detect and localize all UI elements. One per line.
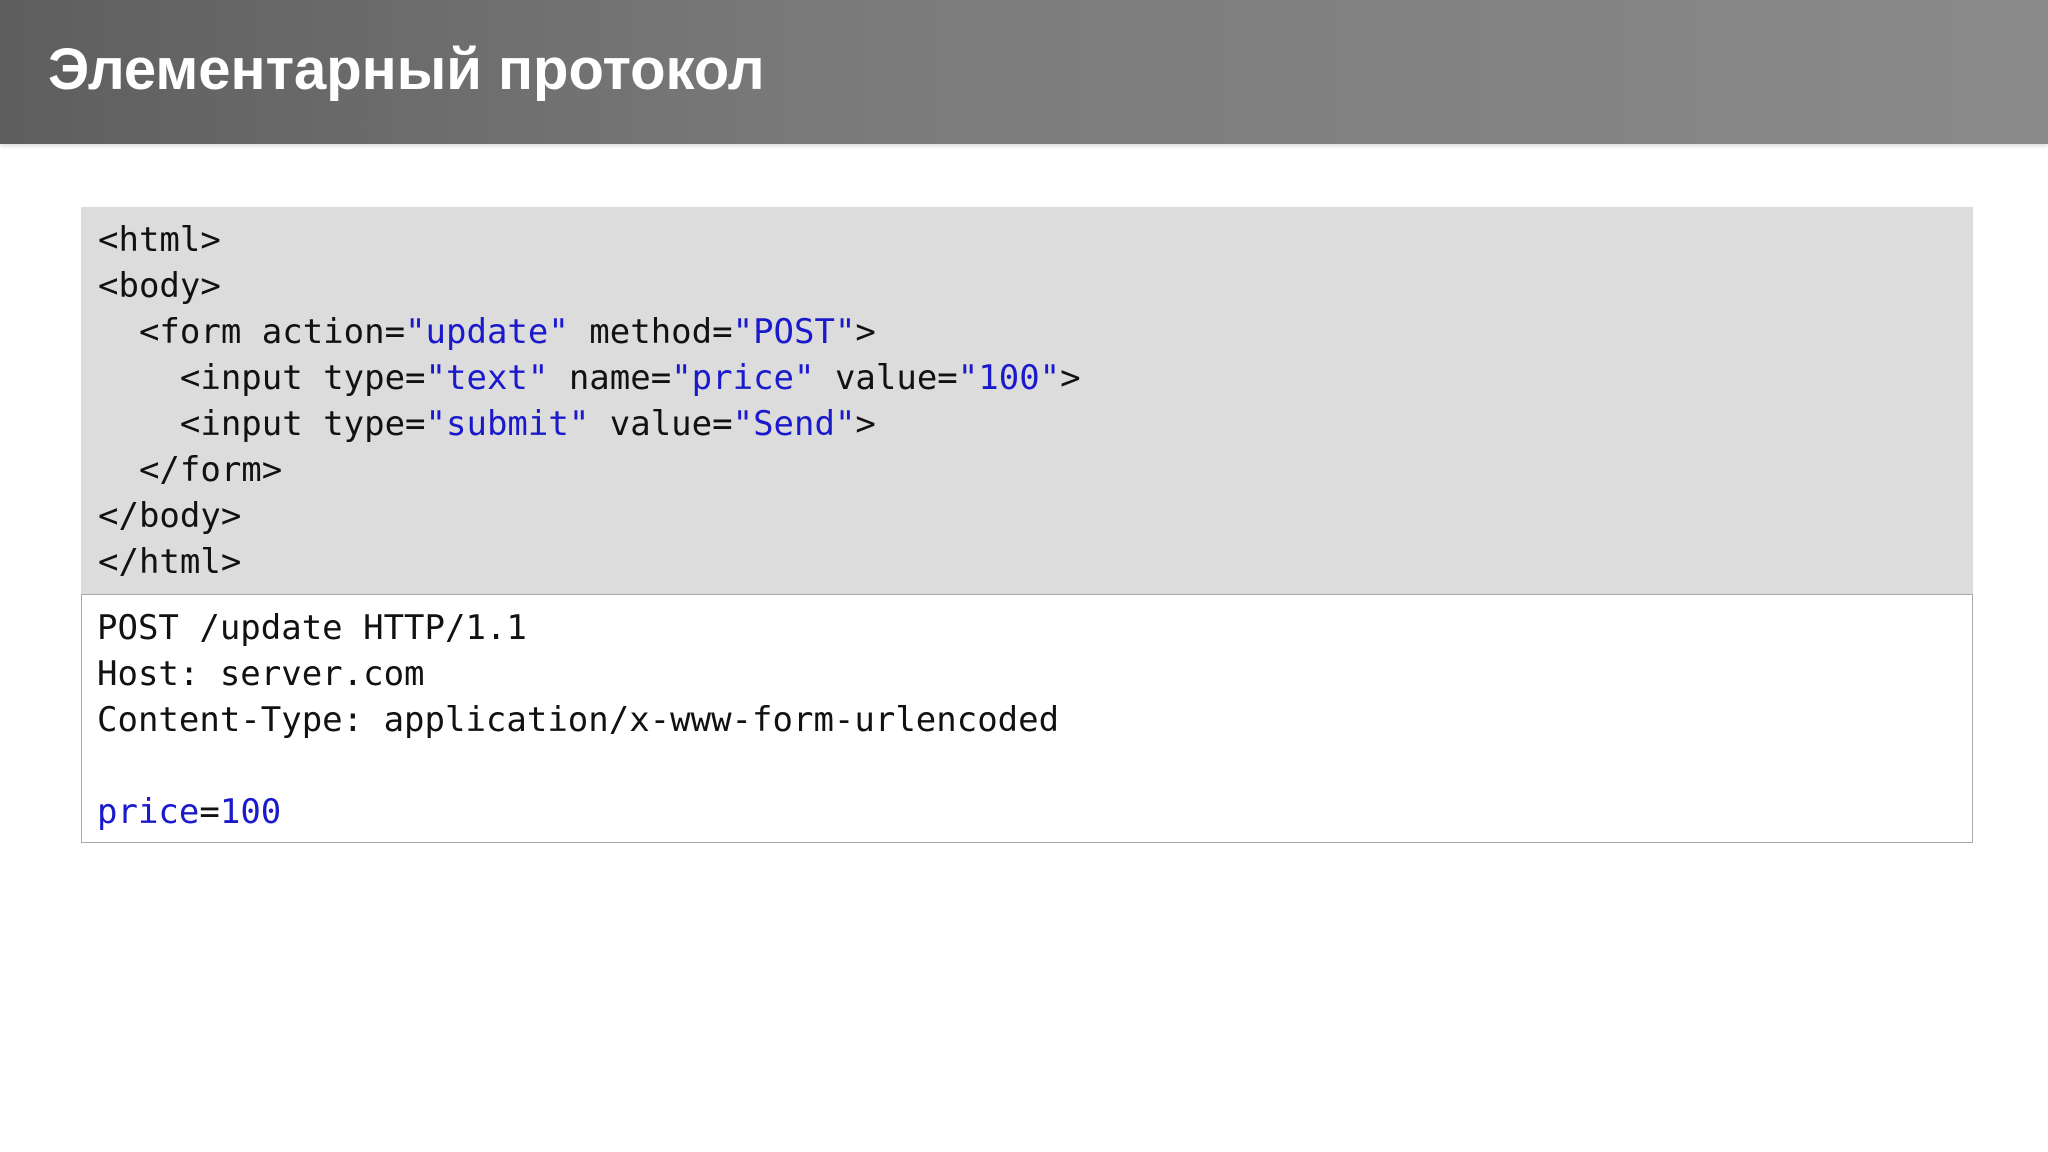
code-token: =	[199, 792, 220, 832]
code-line: <input type="submit" value="Send">	[98, 401, 1956, 447]
code-line: <body>	[98, 263, 1956, 309]
code-line: POST /update HTTP/1.1	[97, 605, 1957, 651]
code-token: </form>	[138, 450, 283, 490]
code-string: "POST"	[732, 312, 856, 352]
code-string: "text"	[425, 358, 549, 398]
slide-title: Элементарный протокол	[48, 37, 765, 102]
code-token: >	[855, 312, 876, 352]
code-string: "100"	[957, 358, 1061, 398]
html-code-block: <html> <body> <form action="update" metho…	[81, 207, 1973, 594]
code-string: "Send"	[732, 404, 856, 444]
code-token: method=	[568, 312, 733, 352]
code-line: <html>	[98, 217, 1956, 263]
code-token: Host: server.com	[97, 654, 425, 694]
code-line: <input type="text" name="price" value="1…	[98, 355, 1956, 401]
code-line: </html>	[98, 539, 1956, 585]
code-string: 100	[219, 792, 282, 832]
code-token: value=	[589, 404, 733, 444]
code-token: <input type=	[179, 404, 426, 444]
code-string: price	[97, 792, 200, 832]
code-token: </body>	[98, 496, 242, 536]
code-token: <form action=	[138, 312, 406, 352]
code-line: <form action="update" method="POST">	[98, 309, 1956, 355]
code-token: name=	[548, 358, 672, 398]
code-line: price=100	[97, 789, 1957, 835]
code-token: Content-Type: application/x-www-form-url…	[97, 700, 1060, 740]
code-line: Content-Type: application/x-www-form-url…	[97, 697, 1957, 743]
code-token: value=	[814, 358, 958, 398]
code-token: POST /update HTTP/1.1	[97, 608, 527, 648]
code-token: >	[1060, 358, 1081, 398]
code-token: >	[855, 404, 876, 444]
slide: Элементарный протокол <html> <body> <form…	[0, 0, 2048, 1152]
code-line: </body>	[98, 493, 1956, 539]
code-line: Host: server.com	[97, 651, 1957, 697]
title-bar: Элементарный протокол	[0, 0, 2048, 144]
code-token: <body>	[98, 266, 221, 306]
code-string: "submit"	[425, 404, 590, 444]
code-token: <html>	[98, 220, 221, 260]
code-string: "price"	[671, 358, 815, 398]
code-token: </html>	[98, 542, 242, 582]
code-string: "update"	[405, 312, 569, 352]
code-token: <input type=	[179, 358, 426, 398]
http-request-block: POST /update HTTP/1.1 Host: server.com Con…	[81, 594, 1973, 843]
code-line: </form>	[98, 447, 1956, 493]
